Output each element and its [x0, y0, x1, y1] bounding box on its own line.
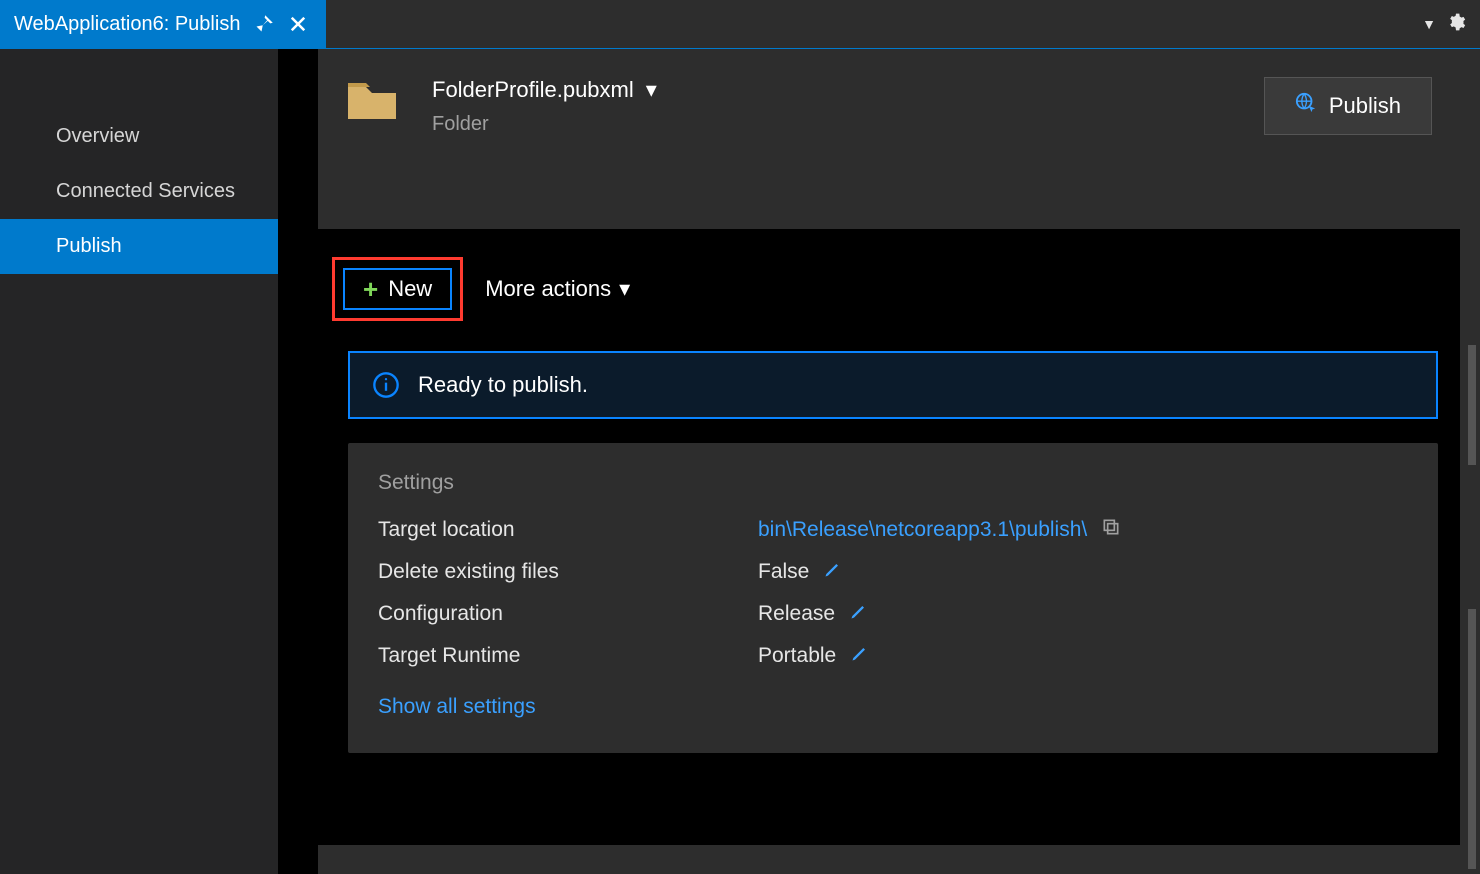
folder-icon: [346, 77, 398, 126]
new-button-highlight: + New: [332, 257, 463, 321]
sidebar-item-overview[interactable]: Overview: [0, 109, 278, 164]
plus-icon: +: [363, 276, 378, 302]
actions-row: + New More actions ▾: [318, 257, 1460, 321]
setting-value-link[interactable]: bin\Release\netcoreapp3.1\publish\: [758, 518, 1087, 542]
chevron-down-icon: ▾: [619, 276, 630, 302]
setting-row-configuration: Configuration Release: [378, 601, 1408, 627]
publish-button-label: Publish: [1329, 93, 1401, 119]
publish-button[interactable]: Publish: [1264, 77, 1432, 135]
copy-icon[interactable]: [1101, 517, 1121, 543]
workarea: + New More actions ▾ Ready to publish. S…: [318, 229, 1460, 845]
profile-name: FolderProfile.pubxml: [432, 77, 634, 103]
sidebar: Overview Connected Services Publish: [0, 49, 278, 874]
setting-value: Portable: [758, 644, 836, 668]
more-actions-dropdown[interactable]: More actions ▾: [485, 276, 630, 302]
sidebar-item-label: Publish: [56, 235, 122, 257]
sidebar-item-label: Overview: [56, 125, 139, 147]
setting-row-target-runtime: Target Runtime Portable: [378, 643, 1408, 669]
new-button[interactable]: + New: [343, 268, 452, 310]
globe-click-icon: [1295, 92, 1317, 120]
pencil-icon[interactable]: [849, 601, 869, 627]
setting-row-delete-existing: Delete existing files False: [378, 559, 1408, 585]
main-panel: FolderProfile.pubxml ▾ Folder Publish +: [318, 49, 1480, 874]
chevron-down-icon: ▾: [646, 77, 657, 103]
pencil-icon[interactable]: [850, 643, 870, 669]
sidebar-item-label: Connected Services: [56, 180, 235, 202]
setting-value: Release: [758, 602, 835, 626]
setting-key: Delete existing files: [378, 560, 758, 584]
tab-overflow-icon[interactable]: ▼: [1422, 16, 1436, 32]
profile-dropdown[interactable]: FolderProfile.pubxml ▾: [432, 77, 657, 103]
profile-kind: Folder: [432, 113, 657, 136]
sidebar-item-publish[interactable]: Publish: [0, 219, 278, 274]
info-icon: [372, 371, 400, 399]
settings-title: Settings: [378, 471, 1408, 495]
pin-icon[interactable]: [254, 14, 274, 34]
scrollbar[interactable]: [1462, 99, 1480, 874]
gutter: [278, 49, 318, 874]
show-all-settings-link[interactable]: Show all settings: [378, 695, 1408, 719]
status-banner: Ready to publish.: [348, 351, 1438, 419]
tab-bar: WebApplication6: Publish ▼: [0, 0, 1480, 49]
sidebar-item-connected-services[interactable]: Connected Services: [0, 164, 278, 219]
status-text: Ready to publish.: [418, 372, 588, 398]
setting-row-target-location: Target location bin\Release\netcoreapp3.…: [378, 517, 1408, 543]
pencil-icon[interactable]: [823, 559, 843, 585]
close-icon[interactable]: [288, 14, 308, 34]
gear-icon[interactable]: [1446, 12, 1466, 37]
new-button-label: New: [388, 276, 432, 302]
setting-key: Configuration: [378, 602, 758, 626]
active-tab[interactable]: WebApplication6: Publish: [0, 0, 326, 48]
setting-key: Target location: [378, 518, 758, 542]
setting-value: False: [758, 560, 809, 584]
more-actions-label: More actions: [485, 276, 611, 302]
tab-title: WebApplication6: Publish: [14, 13, 240, 36]
setting-key: Target Runtime: [378, 644, 758, 668]
publish-header: FolderProfile.pubxml ▾ Folder Publish: [318, 49, 1460, 136]
settings-card: Settings Target location bin\Release\net…: [348, 443, 1438, 753]
